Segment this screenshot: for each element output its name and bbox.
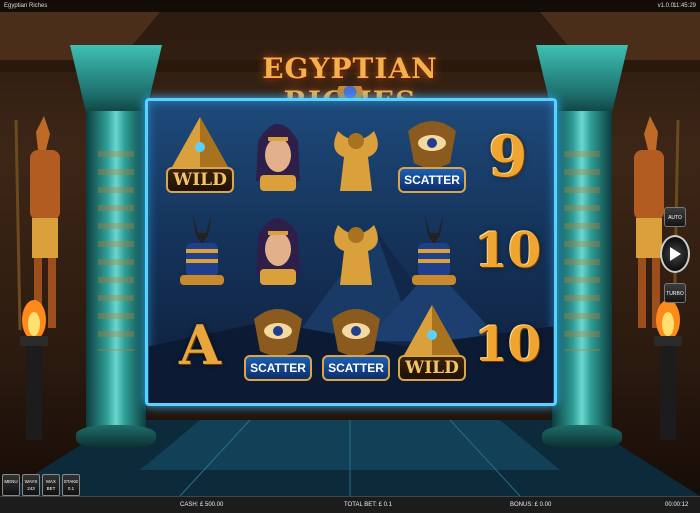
spin-button[interactable] — [660, 235, 690, 273]
anubis-symbol — [162, 205, 238, 297]
letter-a-symbol: A — [162, 299, 238, 391]
ways-value: 243 — [27, 486, 35, 491]
wild-symbol: WILD — [394, 299, 470, 391]
letter-a-text: A — [179, 313, 221, 377]
stake-value: 0.1 — [67, 486, 75, 491]
ways-label: WAYS — [24, 479, 38, 484]
nine-symbol: 9 — [470, 111, 546, 203]
auto-spin-button[interactable]: AUTO — [664, 207, 686, 227]
wild-label: WILD — [166, 167, 234, 193]
scatter-label: SCATTER — [322, 355, 390, 381]
game-scene: Egyptian Riches v1.0.0 11:45:29 EGYPTIAN… — [0, 0, 700, 513]
total-bet-display: TOTAL BET: £ 0.1 — [344, 502, 392, 508]
sphinx-symbol — [318, 205, 394, 297]
stake-button[interactable]: STAKE 0.1 — [62, 474, 80, 496]
torch-right — [654, 300, 682, 440]
scatter-label: SCATTER — [398, 167, 466, 193]
cash-display: CASH: £ 500.00 — [180, 502, 224, 508]
menu-button-label: MENU — [4, 479, 18, 484]
ways-button[interactable]: WAYS 243 — [22, 474, 40, 496]
max-bet-button[interactable]: MAX BET — [42, 474, 60, 496]
wild-label: WILD — [398, 355, 466, 381]
turbo-button[interactable]: TURBO — [664, 283, 686, 303]
ten-text: 10 — [474, 317, 542, 373]
wild-symbol: WILD — [162, 111, 238, 203]
session-timer: 00:00:12 — [665, 502, 689, 508]
ten-symbol: 10 — [470, 205, 546, 297]
scatter-symbol: SCATTER — [240, 299, 316, 391]
anubis-symbol — [394, 205, 470, 297]
scatter-symbol: SCATTER — [394, 111, 470, 203]
reel-window: WILD A SCATTER SCATTER SCATTER WILD 9 10 10 — [145, 98, 557, 406]
torch-left — [20, 300, 48, 440]
play-icon — [670, 247, 681, 261]
ten-text: 10 — [474, 223, 542, 279]
menu-button[interactable]: MENU — [2, 474, 20, 496]
scatter-label: SCATTER — [244, 355, 312, 381]
scarab-emblem-icon — [330, 86, 370, 98]
scatter-symbol: SCATTER — [318, 299, 394, 391]
sphinx-symbol — [318, 111, 394, 203]
stake-label: STAKE — [63, 479, 79, 484]
cleopatra-symbol — [240, 205, 316, 297]
ten-symbol: 10 — [470, 299, 546, 391]
nine-text: 9 — [488, 124, 528, 190]
max-bet-label: MAX BET — [46, 479, 56, 491]
status-bar: CASH: £ 500.00 TOTAL BET: £ 0.1 BONUS: £… — [0, 496, 700, 513]
cleopatra-symbol — [240, 111, 316, 203]
bonus-display: BONUS: £ 0.00 — [510, 502, 552, 508]
